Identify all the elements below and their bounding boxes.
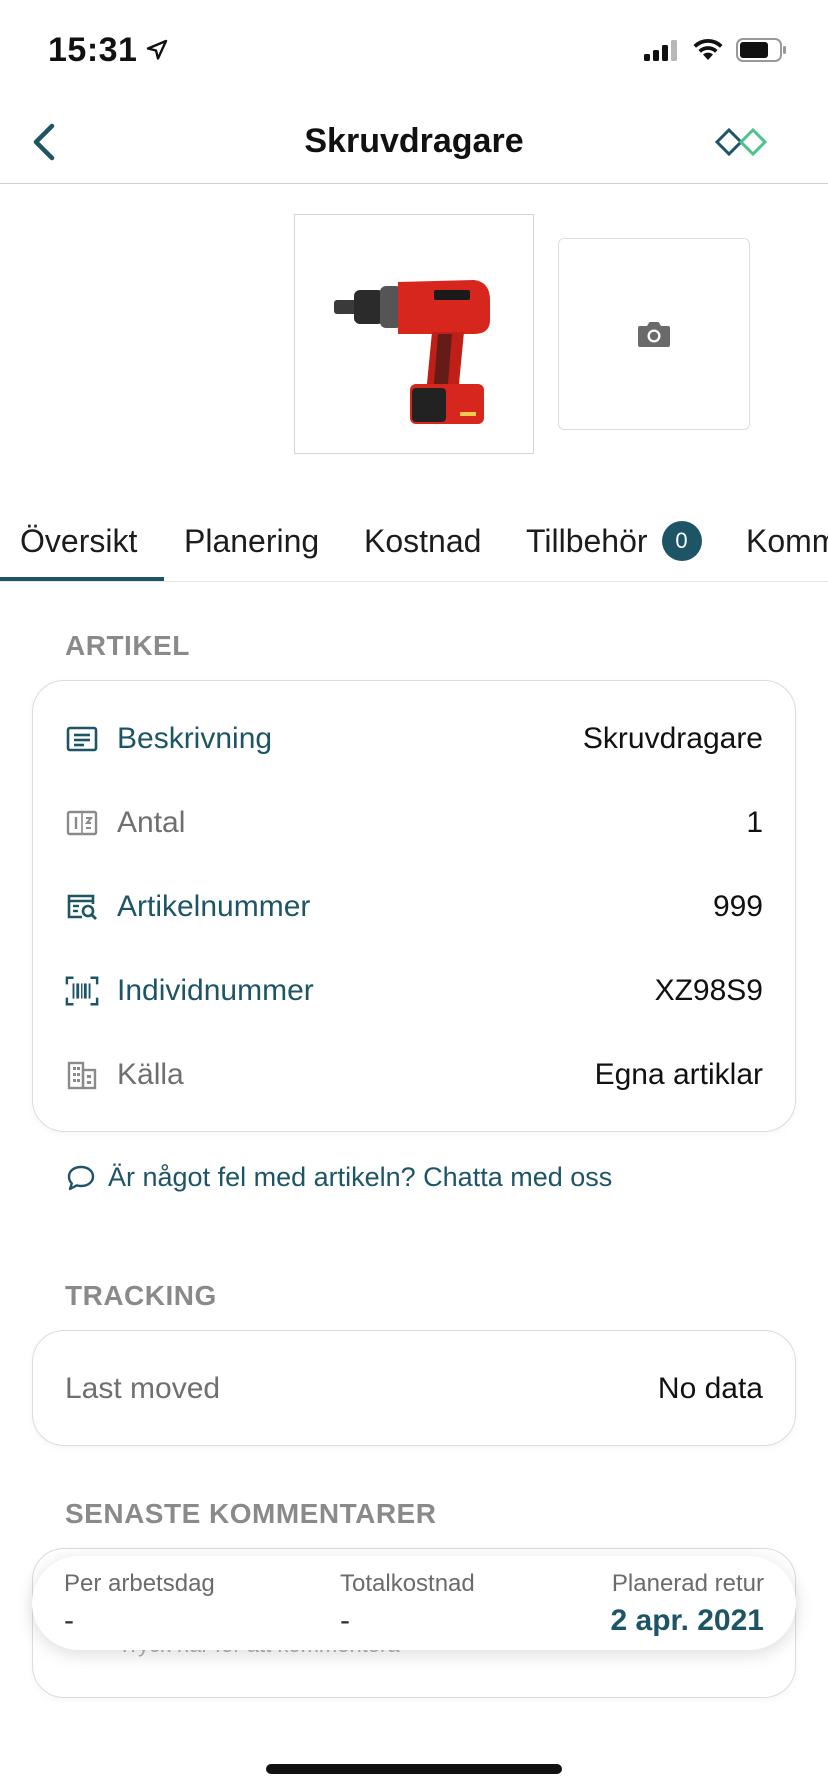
add-photo-button[interactable]: [558, 238, 750, 430]
article-card: Beskrivning Skruvdragare Antal 1 Artikel…: [32, 680, 796, 1132]
chat-support-link[interactable]: Är något fel med artikeln? Chatta med os…: [66, 1162, 612, 1193]
row-value: Skruvdragare: [582, 722, 763, 755]
total-cost-column: Totalkostnad -: [340, 1570, 475, 1638]
total-cost-value: -: [340, 1604, 350, 1637]
drill-image: [334, 280, 490, 424]
row-last-moved: Last moved No data: [33, 1347, 797, 1431]
tab-kostnad[interactable]: Kostnad: [364, 500, 482, 581]
row-antal: Antal 1: [33, 781, 797, 865]
row-value: 1: [746, 806, 763, 839]
count-badge: 0: [661, 521, 702, 561]
article-search-icon: [65, 890, 99, 924]
row-individnummer[interactable]: Individnummer XZ98S9: [33, 949, 797, 1033]
tab-bar: Översikt Planering Kostnad Tillbehör 0 K…: [0, 500, 828, 582]
row-beskrivning[interactable]: Beskrivning Skruvdragare: [33, 697, 797, 781]
total-cost-label: Totalkostnad: [340, 1570, 475, 1597]
barcode-icon: [65, 974, 99, 1008]
cellular-signal-icon: [644, 40, 677, 61]
tab-label: Tillbehör: [526, 522, 648, 559]
status-icons: [644, 38, 788, 62]
per-day-value: -: [64, 1604, 74, 1637]
tab-oversikt[interactable]: Översikt: [20, 500, 138, 581]
home-indicator[interactable]: [266, 1764, 562, 1774]
row-value: Egna artiklar: [594, 1058, 763, 1091]
summary-bar: Per arbetsdag - Totalkostnad - Planerad …: [32, 1556, 796, 1650]
tab-planering[interactable]: Planering: [184, 500, 320, 581]
tab-kommentarer[interactable]: Komm: [746, 500, 828, 581]
back-button[interactable]: [20, 114, 68, 170]
status-time: 15:31: [48, 31, 169, 70]
row-value: 999: [712, 890, 763, 923]
section-header-artikel: ARTIKEL: [65, 630, 190, 661]
status-bar: 15:31: [0, 0, 828, 100]
item-photo[interactable]: [294, 214, 534, 454]
wifi-icon: [693, 38, 723, 60]
chat-bubble-icon: [67, 1165, 95, 1190]
location-arrow-icon: [147, 39, 168, 60]
section-header-tracking: TRACKING: [65, 1280, 217, 1311]
page-title: Skruvdragare: [304, 122, 524, 160]
battery-icon: [736, 38, 786, 62]
section-header-comments: SENASTE KOMMENTARER: [65, 1498, 437, 1529]
quantity-icon: [65, 806, 99, 840]
building-icon: [65, 1058, 99, 1092]
tab-tillbehor[interactable]: Tillbehör 0: [526, 500, 702, 581]
row-label: Antal: [117, 806, 186, 839]
row-artikelnummer[interactable]: Artikelnummer 999: [33, 865, 797, 949]
tracking-card: Last moved No data: [32, 1330, 796, 1446]
description-icon: [65, 722, 99, 756]
row-label: Last moved: [65, 1372, 221, 1405]
row-label: Källa: [117, 1058, 184, 1091]
tab-label: Planering: [184, 522, 320, 559]
per-day-label: Per arbetsdag: [64, 1570, 215, 1597]
active-tab-indicator: [0, 577, 164, 581]
chat-link-text: Är något fel med artikeln? Chatta med os…: [108, 1162, 613, 1192]
row-label: Individnummer: [117, 974, 314, 1007]
brand-logo-icon[interactable]: [714, 122, 768, 162]
return-date-value: 2 apr. 2021: [610, 1604, 764, 1637]
return-date-label: Planerad retur: [611, 1570, 764, 1597]
chevron-left-icon: [33, 123, 55, 161]
clock-text: 15:31: [48, 30, 138, 69]
row-value: No data: [657, 1372, 763, 1405]
return-date-column[interactable]: Planerad retur 2 apr. 2021: [611, 1570, 764, 1638]
tab-label: Komm: [746, 522, 828, 559]
navigation-bar: Skruvdragare: [0, 100, 828, 184]
row-kalla: Källa Egna artiklar: [33, 1033, 797, 1117]
tab-label: Kostnad: [364, 522, 482, 559]
tab-label: Översikt: [20, 522, 138, 559]
row-value: XZ98S9: [654, 974, 763, 1007]
camera-icon: [638, 322, 670, 347]
row-label: Beskrivning: [117, 722, 273, 755]
per-day-column: Per arbetsdag -: [64, 1570, 215, 1638]
row-label: Artikelnummer: [117, 890, 311, 923]
